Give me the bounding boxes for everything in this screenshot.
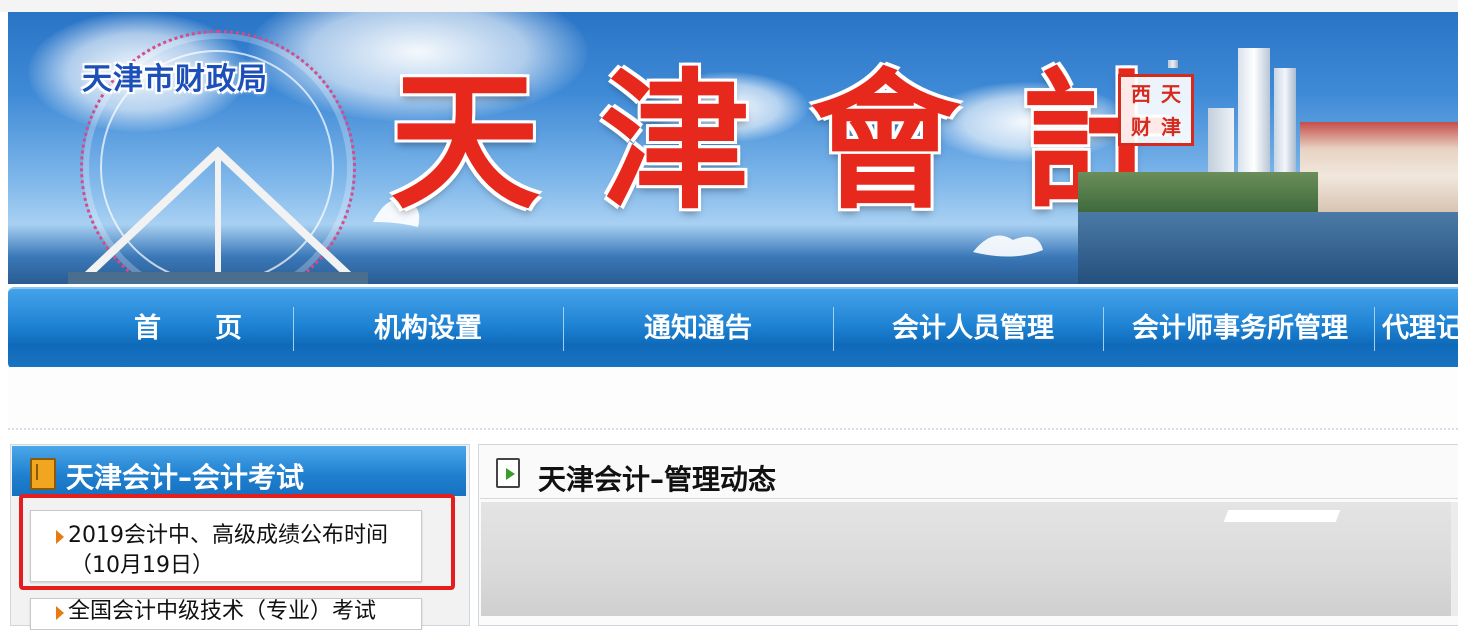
nav-separator — [563, 307, 564, 351]
main-nav: 首 页 机构设置 通知通告 会计人员管理 会计师事务所管理 代理记 — [8, 287, 1458, 369]
news-panel-title: 天津会计–管理动态 — [538, 463, 777, 496]
nav-item-agency[interactable]: 代理记 — [1382, 289, 1458, 369]
scrollbar[interactable] — [1451, 502, 1458, 616]
site-org-name: 天津市财政局 — [82, 62, 268, 97]
nav-separator — [293, 307, 294, 351]
nav-item-notices[interactable]: 通知通告 — [578, 289, 818, 369]
nav-separator — [1103, 307, 1104, 351]
spacer-band — [8, 367, 1458, 429]
bullet-arrow-icon — [56, 606, 64, 620]
highlight-box — [19, 494, 455, 590]
city-skyline — [1078, 12, 1458, 284]
top-strip — [0, 0, 1458, 12]
document-play-icon — [496, 458, 520, 488]
nav-separator — [1374, 307, 1375, 351]
nav-item-firm-management[interactable]: 会计师事务所管理 — [1110, 289, 1370, 369]
nav-item-accountant-management[interactable]: 会计人员管理 — [848, 289, 1098, 369]
ceiling-light — [1223, 510, 1341, 522]
divider — [8, 428, 1458, 434]
nav-separator — [833, 307, 834, 351]
list-item-title[interactable]: 全国会计中级技术（专业）考试 — [68, 598, 376, 626]
nav-item-home[interactable]: 首 页 — [88, 289, 288, 369]
book-icon — [30, 458, 56, 490]
bridge-graphic — [68, 146, 368, 284]
nav-item-organization[interactable]: 机构设置 — [308, 289, 548, 369]
exam-panel-title: 天津会计–会计考试 — [66, 461, 305, 494]
